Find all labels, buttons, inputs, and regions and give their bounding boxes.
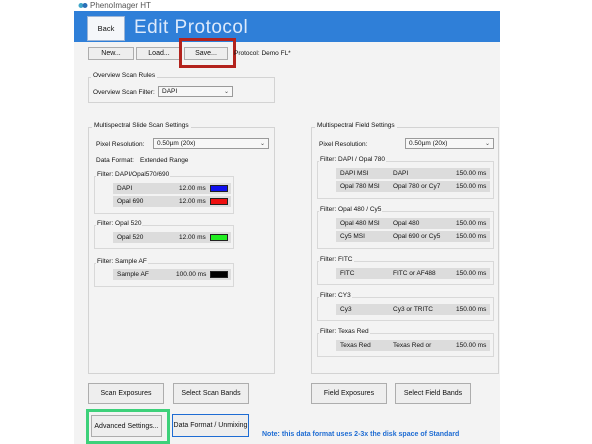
band-label: FITC or AF488 — [393, 270, 436, 277]
slide-filter-title: Filter: Sample AF — [96, 258, 148, 265]
chevron-down-icon: ⌄ — [259, 141, 265, 147]
band-label: Opal 480 — [393, 220, 420, 227]
band-exposure: 150.00 ms — [456, 270, 487, 277]
new-button[interactable]: New... — [88, 47, 134, 60]
field-filter-title: Filter: Texas Red — [319, 328, 370, 335]
slide-band-row[interactable]: Opal 690 12.00 ms — [113, 196, 231, 207]
load-button[interactable]: Load... — [136, 47, 182, 60]
field-filter-title: Filter: FITC — [319, 256, 354, 263]
band-exposure: 150.00 ms — [456, 342, 487, 349]
band-exposure: 150.00 ms — [456, 233, 487, 240]
band-label: Cy3 or TRITC — [393, 306, 433, 313]
band-name: Texas Red — [340, 342, 371, 349]
field-filter-title: Filter: CY3 — [319, 292, 352, 299]
band-exposure: 150.00 ms — [456, 183, 487, 190]
field-band-row[interactable]: Opal 780 MSI Opal 780 or Cy7 150.00 ms — [336, 181, 490, 192]
select-scan-bands-button[interactable]: Select Scan Bands — [173, 383, 249, 404]
band-exposure: 150.00 ms — [456, 306, 487, 313]
field-band-row[interactable]: Texas Red Texas Red or 150.00 ms — [336, 340, 490, 351]
field-filter-box — [317, 161, 494, 199]
band-name: Opal 780 MSI — [340, 183, 380, 190]
select-field-bands-button[interactable]: Select Field Bands — [395, 383, 471, 404]
overview-filter-select[interactable]: DAPI ⌄ — [158, 86, 233, 97]
chevron-down-icon: ⌄ — [484, 141, 490, 147]
band-exposure: 100.00 ms — [176, 271, 207, 278]
band-color-swatch[interactable] — [210, 234, 228, 241]
band-label: Texas Red or — [393, 342, 432, 349]
slide-scan-group-title: Multispectral Slide Scan Settings — [92, 122, 191, 129]
slide-scan-group — [88, 127, 275, 374]
field-filter-box — [317, 211, 494, 249]
band-name: Opal 520 — [117, 234, 144, 241]
band-color-swatch[interactable] — [210, 185, 228, 192]
slide-filter-box — [94, 176, 234, 214]
back-button[interactable]: Back — [87, 16, 125, 41]
app-title: PhenoImager HT — [90, 1, 151, 10]
band-exposure: 150.00 ms — [456, 220, 487, 227]
band-name: Cy3 — [340, 306, 352, 313]
field-filter-title: Filter: Opal 480 / Cy5 — [319, 206, 383, 213]
protocol-name: Protocol: Demo FL* — [234, 50, 291, 57]
slide-format-value: Extended Range — [140, 157, 189, 164]
band-name: Opal 690 — [117, 198, 144, 205]
band-name: Sample AF — [117, 271, 149, 278]
band-name: Cy5 MSI — [340, 233, 365, 240]
band-color-swatch[interactable] — [210, 198, 228, 205]
field-band-row[interactable]: Cy3 Cy3 or TRITC 150.00 ms — [336, 304, 490, 315]
band-exposure: 150.00 ms — [456, 170, 487, 177]
band-exposure: 12.00 ms — [179, 185, 206, 192]
band-name: DAPI — [117, 185, 133, 192]
slide-pixel-value: 0.50µm (20x) — [157, 140, 196, 147]
slide-filter-title: Filter: Opal 520 — [96, 220, 143, 227]
band-name: FITC — [340, 270, 355, 277]
overview-group-title: Overview Scan Rules — [91, 72, 158, 79]
band-label: Opal 780 or Cy7 — [393, 183, 441, 190]
field-band-row[interactable]: Cy5 MSI Opal 690 or Cy5 150.00 ms — [336, 231, 490, 242]
field-settings-group-title: Multispectral Field Settings — [315, 122, 397, 129]
band-label: DAPI — [393, 170, 409, 177]
title-bar — [74, 0, 592, 11]
advanced-settings-highlight — [86, 409, 170, 444]
slide-format-label: Data Format: — [96, 157, 134, 164]
band-name: Opal 480 MSI — [340, 220, 380, 227]
field-pixel-label: Pixel Resolution: — [319, 141, 368, 148]
slide-pixel-select[interactable]: 0.50µm (20x) ⌄ — [153, 138, 269, 149]
field-filter-title: Filter: DAPI / Opal 780 — [319, 156, 387, 163]
overview-filter-label: Overview Scan Filter: — [93, 89, 155, 96]
slide-pixel-label: Pixel Resolution: — [96, 141, 145, 148]
band-color-swatch[interactable] — [210, 271, 228, 278]
band-label: Opal 690 or Cy5 — [393, 233, 441, 240]
band-name: DAPI MSI — [340, 170, 369, 177]
app-logo-icon — [78, 3, 88, 8]
disk-space-note: Note: this data format uses 2-3x the dis… — [262, 431, 460, 438]
overview-filter-value: DAPI — [162, 88, 178, 95]
scan-exposures-button[interactable]: Scan Exposures — [88, 383, 164, 404]
slide-band-row[interactable]: Sample AF 100.00 ms — [113, 269, 231, 280]
field-exposures-button[interactable]: Field Exposures — [311, 383, 387, 404]
band-exposure: 12.00 ms — [179, 234, 206, 241]
field-pixel-value: 0.50µm (20x) — [409, 140, 448, 147]
chevron-down-icon: ⌄ — [223, 89, 229, 95]
field-band-row[interactable]: Opal 480 MSI Opal 480 150.00 ms — [336, 218, 490, 229]
field-band-row[interactable]: FITC FITC or AF488 150.00 ms — [336, 268, 490, 279]
band-exposure: 12.00 ms — [179, 198, 206, 205]
slide-band-row[interactable]: DAPI 12.00 ms — [113, 183, 231, 194]
field-pixel-select[interactable]: 0.50µm (20x) ⌄ — [405, 138, 494, 149]
slide-band-row[interactable]: Opal 520 12.00 ms — [113, 232, 231, 243]
save-highlight — [179, 38, 236, 68]
page-title: Edit Protocol — [134, 17, 249, 38]
data-format-unmixing-button[interactable]: Data Format / Unmixing — [172, 414, 249, 437]
slide-filter-title: Filter: DAPI/Opal570/690 — [96, 171, 171, 178]
field-band-row[interactable]: DAPI MSI DAPI 150.00 ms — [336, 168, 490, 179]
